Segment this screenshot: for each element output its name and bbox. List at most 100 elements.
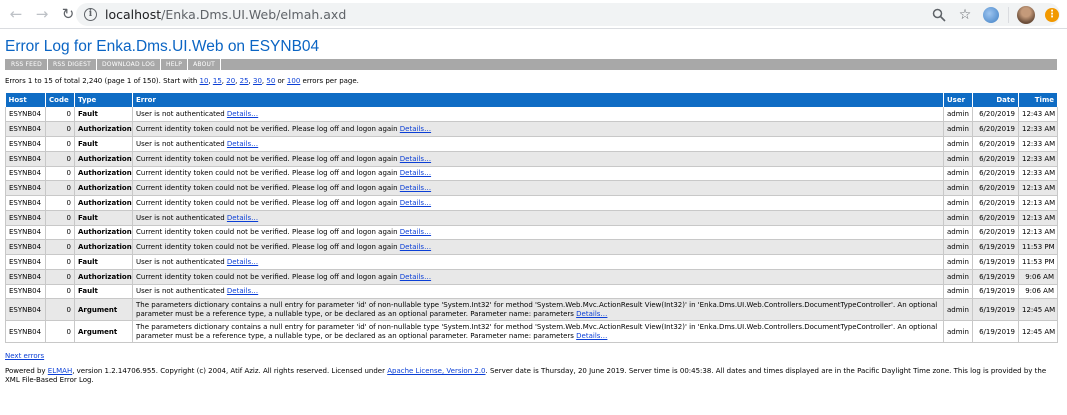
- details-link[interactable]: Details…: [576, 332, 607, 340]
- column-header-date: Date: [972, 93, 1019, 107]
- cell-time: 9:06 AM: [1018, 269, 1058, 285]
- rss-feed-link[interactable]: RSS FEED: [6, 59, 48, 70]
- cell-user: admin: [943, 151, 973, 167]
- cell-error: User is not authenticated Details…: [132, 107, 944, 123]
- cell-type: Authorization: [74, 225, 133, 241]
- license-link[interactable]: Apache License, Version 2.0: [387, 367, 485, 375]
- cell-code: 0: [45, 136, 75, 152]
- cell-host: ESYNB04: [5, 284, 46, 300]
- about-link[interactable]: ABOUT: [188, 59, 221, 70]
- cell-user: admin: [943, 225, 973, 241]
- update-menu-icon[interactable]: ⋮: [1043, 6, 1061, 24]
- cell-date: 6/19/2019: [972, 239, 1019, 255]
- back-icon[interactable]: ←: [3, 0, 29, 29]
- site-info-icon[interactable]: i: [84, 8, 97, 21]
- error-message: Current identity token could not be veri…: [136, 198, 398, 207]
- address-bar[interactable]: i localhost/Enka.Dms.UI.Web/elmah.axd: [76, 3, 1060, 26]
- extension-icon[interactable]: [982, 6, 1000, 24]
- error-message: User is not authenticated: [136, 110, 225, 119]
- cell-time: 11:53 PM: [1018, 254, 1058, 270]
- browser-toolbar: ← → ↻ i localhost/Enka.Dms.UI.Web/elmah.…: [0, 0, 1067, 29]
- profile-avatar-icon[interactable]: [1017, 5, 1035, 24]
- cell-date: 6/19/2019: [972, 298, 1019, 322]
- rss-digest-link[interactable]: RSS DIGEST: [48, 59, 97, 70]
- cell-error: User is not authenticated Details…: [132, 136, 944, 152]
- cell-error: Current identity token could not be veri…: [132, 225, 944, 241]
- bookmark-star-icon[interactable]: ☆: [956, 6, 974, 24]
- details-link[interactable]: Details…: [400, 243, 431, 251]
- table-row: ESYNB04 0 Authorization Current identity to…: [5, 166, 1058, 182]
- cell-host: ESYNB04: [5, 195, 46, 211]
- cell-date: 6/19/2019: [972, 320, 1019, 344]
- page-size-link-20[interactable]: 20: [226, 77, 235, 85]
- cell-code: 0: [45, 166, 75, 182]
- cell-time: 12:45 AM: [1018, 298, 1058, 322]
- column-header-user: User: [943, 93, 973, 107]
- cell-error: Current identity token could not be veri…: [132, 269, 944, 285]
- error-message: Current identity token could not be veri…: [136, 169, 398, 178]
- cell-time: 12:13 AM: [1018, 180, 1058, 196]
- table-row: ESYNB04 0 Argument The parameters dictionar…: [5, 320, 1058, 344]
- cell-user: admin: [943, 269, 973, 285]
- error-message: The parameters dictionary contains a nul…: [136, 300, 938, 318]
- cell-error: Current identity token could not be veri…: [132, 121, 944, 137]
- cell-type: Authorization: [74, 269, 133, 285]
- details-link[interactable]: Details…: [400, 184, 431, 192]
- cell-date: 6/20/2019: [972, 210, 1019, 226]
- error-message: Current identity token could not be veri…: [136, 125, 398, 134]
- summary-or: or: [275, 77, 287, 85]
- elmah-link[interactable]: ELMAH: [48, 367, 72, 375]
- table-header-row: Host Code Type Error User Date Time: [5, 93, 1058, 107]
- page-size-link-15[interactable]: 15: [213, 77, 222, 85]
- forward-icon[interactable]: →: [29, 0, 55, 29]
- cell-date: 6/20/2019: [972, 121, 1019, 137]
- error-message: The parameters dictionary contains a nul…: [136, 322, 938, 340]
- cell-user: admin: [943, 166, 973, 182]
- cell-date: 6/20/2019: [972, 195, 1019, 211]
- cell-type: Fault: [74, 210, 133, 226]
- cell-code: 0: [45, 210, 75, 226]
- page-size-link-10[interactable]: 10: [200, 77, 209, 85]
- cell-code: 0: [45, 284, 75, 300]
- table-row: ESYNB04 0 Authorization Current identity to…: [5, 195, 1058, 211]
- cell-time: 12:33 AM: [1018, 121, 1058, 137]
- details-link[interactable]: Details…: [400, 199, 431, 207]
- details-link[interactable]: Details…: [576, 310, 607, 318]
- details-link[interactable]: Details…: [227, 110, 258, 118]
- table-row: ESYNB04 0 Fault User is not authenticated D…: [5, 107, 1058, 123]
- details-link[interactable]: Details…: [227, 140, 258, 148]
- cell-code: 0: [45, 298, 75, 322]
- error-message: User is not authenticated: [136, 213, 225, 222]
- details-link[interactable]: Details…: [227, 258, 258, 266]
- page-size-link-50[interactable]: 50: [266, 77, 275, 85]
- cell-user: admin: [943, 210, 973, 226]
- details-link[interactable]: Details…: [227, 214, 258, 222]
- details-link[interactable]: Details…: [400, 155, 431, 163]
- cell-host: ESYNB04: [5, 121, 46, 137]
- cell-host: ESYNB04: [5, 136, 46, 152]
- details-link[interactable]: Details…: [400, 228, 431, 236]
- zoom-icon[interactable]: [930, 6, 948, 24]
- page-size-link-30[interactable]: 30: [253, 77, 262, 85]
- details-link[interactable]: Details…: [400, 273, 431, 281]
- error-message: User is not authenticated: [136, 287, 225, 296]
- details-link[interactable]: Details…: [400, 125, 431, 133]
- help-link[interactable]: HELP: [161, 59, 189, 70]
- details-link[interactable]: Details…: [227, 287, 258, 295]
- cell-user: admin: [943, 107, 973, 123]
- details-link[interactable]: Details…: [400, 169, 431, 177]
- url-text[interactable]: localhost/Enka.Dms.UI.Web/elmah.axd: [105, 7, 346, 22]
- page-size-link-100[interactable]: 100: [287, 77, 300, 85]
- cell-error: Current identity token could not be veri…: [132, 195, 944, 211]
- cell-user: admin: [943, 284, 973, 300]
- page-summary: Errors 1 to 15 of total 2,240 (page 1 of…: [5, 77, 359, 85]
- cell-code: 0: [45, 320, 75, 344]
- table-row: ESYNB04 0 Fault User is not authenticated D…: [5, 284, 1058, 300]
- page-size-link-25[interactable]: 25: [240, 77, 249, 85]
- column-header-code: Code: [45, 93, 75, 107]
- summary-suffix: errors per page.: [300, 77, 359, 85]
- error-message: Current identity token could not be veri…: [136, 272, 398, 281]
- cell-code: 0: [45, 151, 75, 167]
- download-log-link[interactable]: DOWNLOAD LOG: [97, 59, 161, 70]
- next-errors-link[interactable]: Next errors: [5, 352, 44, 360]
